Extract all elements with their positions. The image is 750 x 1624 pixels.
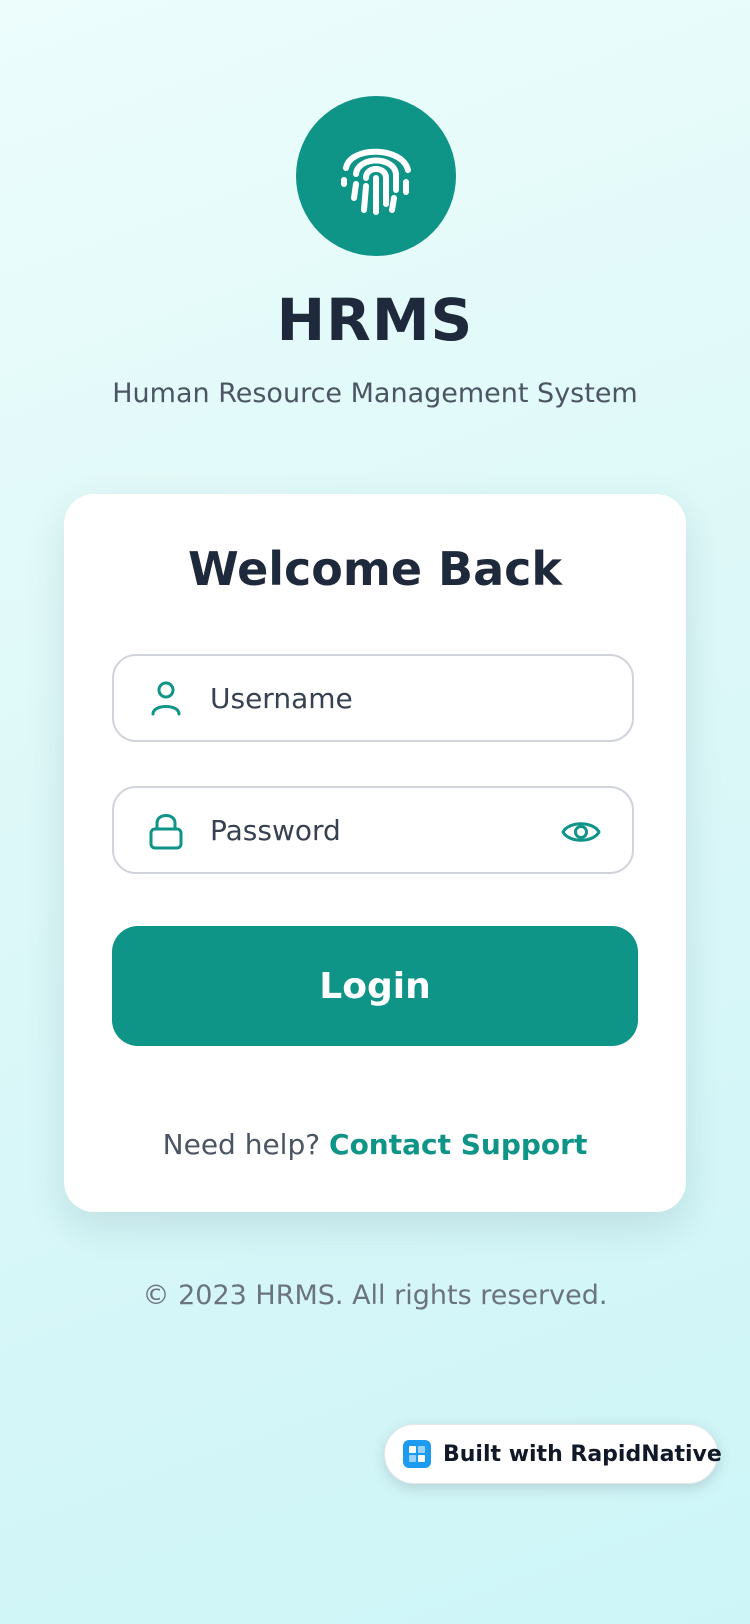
login-card: Welcome Back Login Need help? Contact Su… — [64, 494, 686, 1212]
password-input[interactable] — [210, 806, 540, 854]
username-input[interactable] — [210, 674, 540, 722]
app-title: HRMS — [276, 286, 474, 354]
show-password-button[interactable] — [560, 812, 602, 852]
user-icon — [151, 681, 181, 716]
app-subtitle: Human Resource Management System — [112, 378, 638, 409]
eye-icon — [561, 822, 601, 842]
badge-label: Built with RapidNative — [443, 1441, 722, 1467]
built-with-badge[interactable]: Built with RapidNative — [384, 1424, 722, 1484]
copyright-text: © 2023 HRMS. All rights reserved. — [142, 1280, 608, 1311]
rapidnative-logo-icon — [403, 1440, 431, 1468]
fingerprint-icon — [341, 148, 411, 215]
help-row: Need help? Contact Support — [64, 1128, 686, 1161]
help-text: Need help? — [162, 1128, 321, 1161]
login-button[interactable]: Login — [112, 926, 638, 1046]
username-field[interactable] — [112, 654, 634, 742]
lock-icon — [149, 814, 183, 850]
contact-support-link[interactable]: Contact Support — [329, 1128, 587, 1161]
welcome-heading: Welcome Back — [187, 542, 563, 596]
app-logo — [296, 96, 456, 256]
password-field[interactable] — [112, 786, 634, 874]
